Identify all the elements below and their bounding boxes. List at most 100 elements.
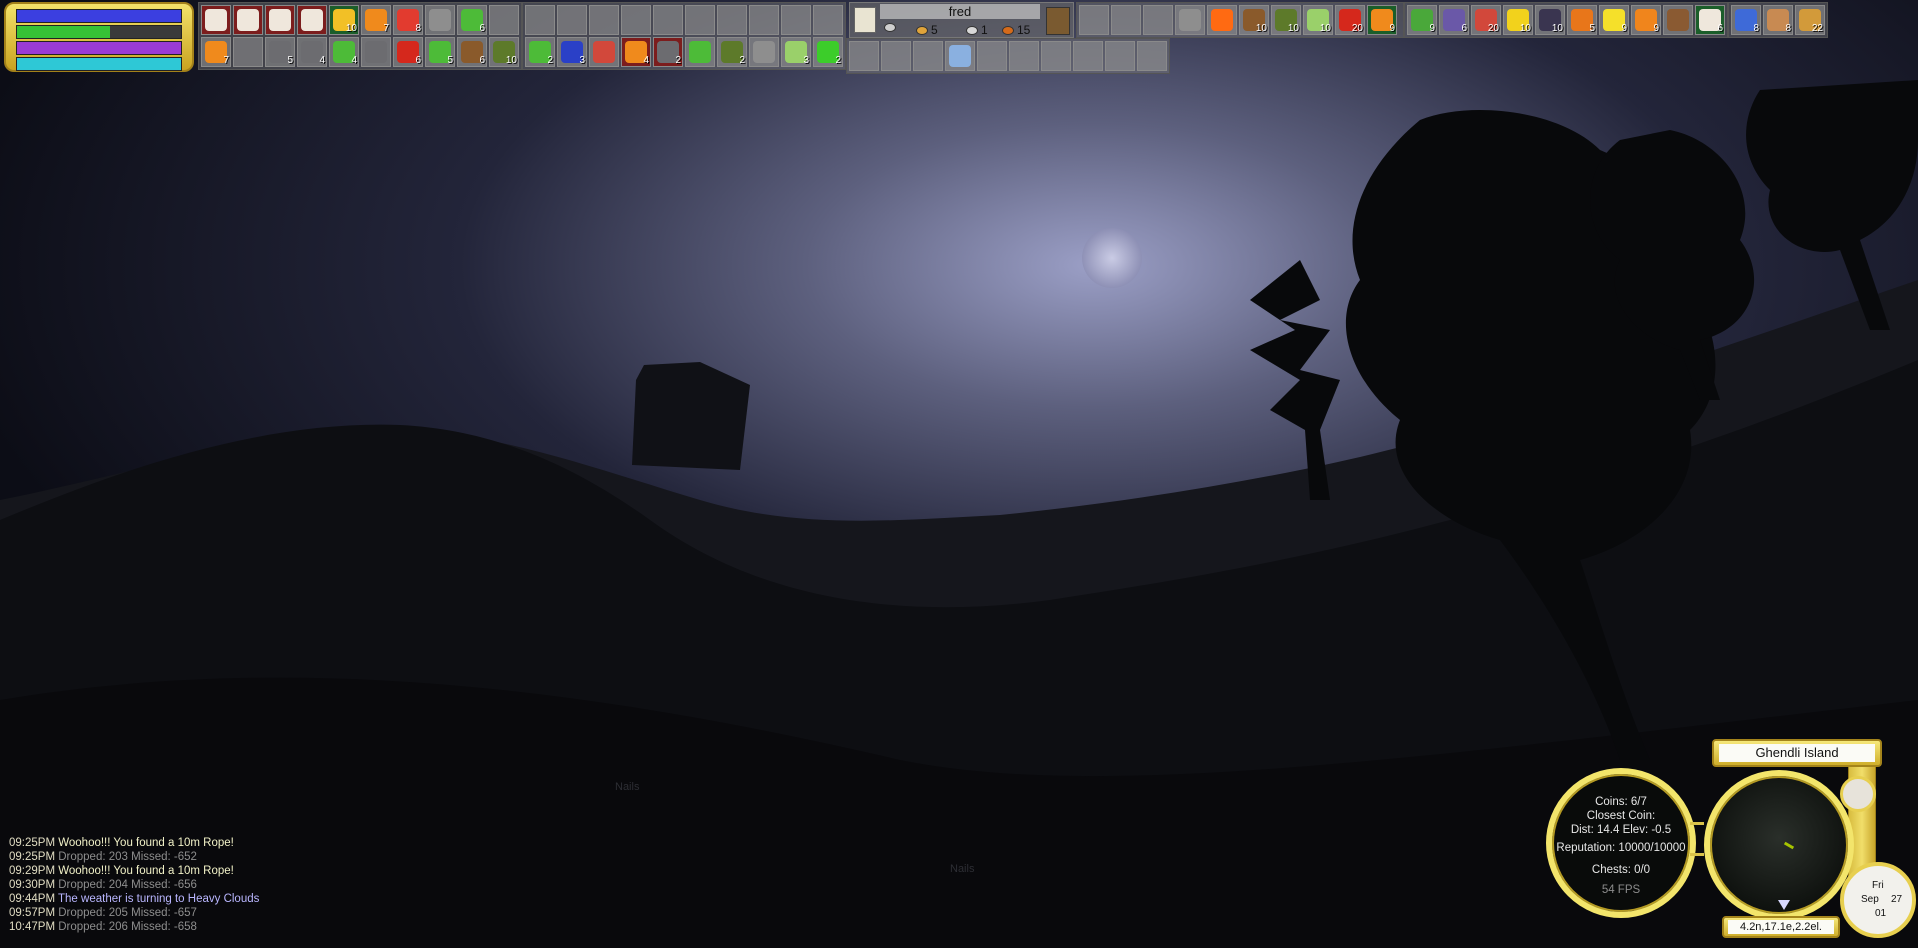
inventory-slot[interactable] [945, 41, 975, 71]
inventory-slot[interactable] [265, 5, 295, 35]
inventory-slot[interactable]: 6 [1695, 5, 1725, 35]
inventory-slot[interactable] [913, 41, 943, 71]
inventory-slot[interactable] [977, 41, 1007, 71]
distance-readout: Dist: 14.4 Elev: -0.5 [1570, 824, 1672, 836]
inventory-slot[interactable] [233, 37, 263, 67]
item-quantity: 10 [1519, 23, 1531, 34]
inventory-slot[interactable]: 10 [1535, 5, 1565, 35]
inventory-slot[interactable]: 8 [1763, 5, 1793, 35]
inventory-slot[interactable]: 10 [329, 5, 359, 35]
inventory-slot[interactable]: 20 [1471, 5, 1501, 35]
inventory-slot[interactable]: 22 [1795, 5, 1825, 35]
inventory-slot[interactable]: 10 [1271, 5, 1301, 35]
coordinates-panel: 4.2n,17.1e,2.2el. [1722, 916, 1840, 938]
inventory-slot[interactable]: 3 [781, 37, 811, 67]
inventory-slot[interactable]: 10 [1239, 5, 1269, 35]
inventory-slot[interactable] [589, 37, 619, 67]
chat-timestamp: 09:30PM [9, 879, 59, 891]
item-quantity: 4 [351, 55, 357, 66]
chat-timestamp: 09:44PM [9, 893, 59, 905]
inventory-slot[interactable]: 10 [1503, 5, 1533, 35]
inventory-slot[interactable] [685, 37, 715, 67]
inventory-slot[interactable] [1143, 5, 1173, 35]
inventory-slot[interactable] [425, 5, 455, 35]
inventory-slot[interactable]: 9 [1631, 5, 1661, 35]
inventory-slot[interactable] [749, 5, 779, 35]
inventory-slot[interactable]: 6 [1439, 5, 1469, 35]
clock-month: Sep [1861, 894, 1879, 905]
inventory-slot[interactable]: 6 [457, 5, 487, 35]
copper-coin-icon [1002, 25, 1014, 35]
inventory-slot[interactable]: 2 [525, 37, 555, 67]
inventory-slot[interactable]: 5 [1567, 5, 1597, 35]
journal-icon[interactable] [854, 7, 876, 33]
inventory-bag-3-top: 10 10 10 20 9 [1076, 2, 1404, 38]
inventory-slot[interactable]: 9 [1407, 5, 1437, 35]
inventory-slot[interactable] [1041, 41, 1071, 71]
inventory-slot[interactable]: 4 [297, 37, 327, 67]
inventory-slot[interactable] [717, 5, 747, 35]
health-bar-fill [17, 10, 181, 22]
inventory-slot[interactable] [297, 5, 327, 35]
inventory-slot[interactable] [1105, 41, 1135, 71]
inventory-slot[interactable]: 10 [1303, 5, 1333, 35]
item-quantity: 6 [479, 55, 485, 66]
inventory-slot[interactable]: 5 [265, 37, 295, 67]
inventory-slot[interactable] [589, 5, 619, 35]
inventory-slot[interactable] [525, 5, 555, 35]
inventory-slot[interactable] [749, 37, 779, 67]
inventory-slot[interactable]: 6 [457, 37, 487, 67]
inventory-slot[interactable]: 7 [201, 37, 231, 67]
compass-icon[interactable] [1840, 776, 1876, 812]
exit-door-icon[interactable] [1046, 7, 1070, 35]
inventory-slot[interactable] [1079, 5, 1109, 35]
inventory-slot[interactable] [489, 5, 519, 35]
inventory-slot[interactable] [233, 5, 263, 35]
inventory-slot[interactable]: 4 [329, 37, 359, 67]
silver-coins [884, 23, 896, 32]
inventory-bag-2: 2 3 4 2 2 3 2 [522, 2, 846, 70]
inventory-slot[interactable] [1073, 41, 1103, 71]
platinum-coins: 1 [966, 23, 988, 37]
inventory-slot[interactable] [881, 41, 911, 71]
inventory-slot[interactable]: 3 [557, 37, 587, 67]
stone-icon [1179, 9, 1201, 31]
chat-text: Dropped: 206 Missed: -658 [58, 921, 197, 933]
silver-count: 5 [931, 23, 938, 37]
inventory-slot[interactable] [1137, 41, 1167, 71]
inventory-slot[interactable] [1207, 5, 1237, 35]
inventory-slot[interactable] [557, 5, 587, 35]
inventory-slot[interactable]: 4 [621, 37, 651, 67]
inventory-slot[interactable]: 2 [717, 37, 747, 67]
minimap[interactable] [1704, 770, 1854, 920]
inventory-slot[interactable] [1175, 5, 1205, 35]
inventory-slot[interactable]: 2 [653, 37, 683, 67]
chat-text: Dropped: 204 Missed: -656 [58, 879, 197, 891]
inventory-slot[interactable]: 7 [361, 5, 391, 35]
inventory-slot[interactable] [361, 37, 391, 67]
inventory-slot[interactable] [653, 5, 683, 35]
inventory-slot[interactable] [781, 5, 811, 35]
inventory-slot[interactable]: 8 [1731, 5, 1761, 35]
inventory-slot[interactable] [201, 5, 231, 35]
inventory-slot[interactable] [813, 5, 843, 35]
inventory-slot[interactable]: 6 [393, 37, 423, 67]
inventory-slot[interactable]: 10 [489, 37, 519, 67]
inventory-slot[interactable] [621, 5, 651, 35]
inventory-slot[interactable]: 2 [813, 37, 843, 67]
inventory-slot[interactable]: 20 [1335, 5, 1365, 35]
inventory-slot[interactable] [849, 41, 879, 71]
inventory-slot[interactable] [1663, 5, 1693, 35]
inventory-slot[interactable]: 9 [1367, 5, 1397, 35]
mana-bar [16, 41, 182, 55]
inventory-slot[interactable] [1009, 41, 1039, 71]
inventory-slot[interactable]: 8 [393, 5, 423, 35]
chat-message: 09:25PM Woohoo!!! You found a 10m Rope! [9, 836, 259, 850]
inventory-slot[interactable] [685, 5, 715, 35]
item-quantity: 9 [1389, 23, 1395, 34]
inventory-slot[interactable] [1111, 5, 1141, 35]
inventory-slot[interactable]: 9 [1599, 5, 1629, 35]
item-quantity: 7 [223, 55, 229, 66]
calendar-clock: Fri Sep 27 01 [1840, 862, 1916, 938]
inventory-slot[interactable]: 5 [425, 37, 455, 67]
